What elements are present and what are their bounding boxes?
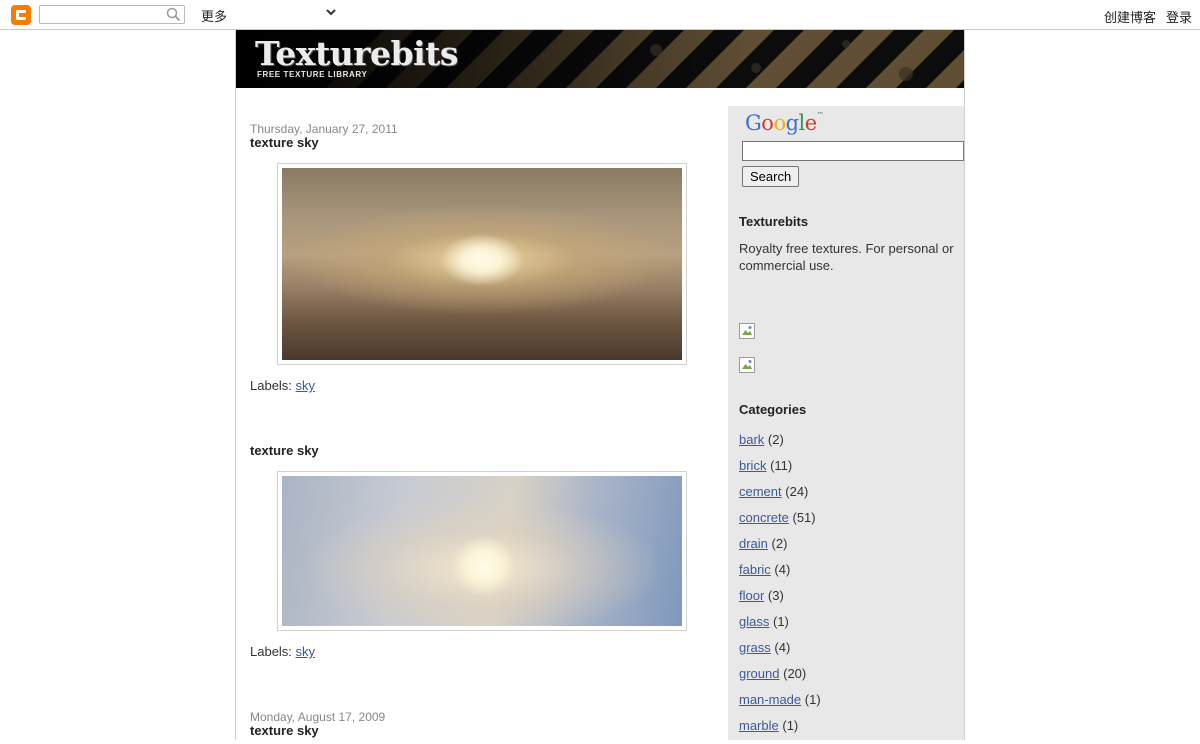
category-link-glass[interactable]: glass	[739, 614, 769, 629]
category-count: (2)	[771, 536, 788, 551]
category-item: bark (2)	[739, 432, 821, 458]
category-count: (2)	[767, 432, 784, 447]
post-labels: Labels: sky	[250, 644, 315, 659]
google-logo: Google™	[745, 111, 824, 135]
category-count: (20)	[783, 666, 807, 681]
category-item: concrete (51)	[739, 510, 821, 536]
category-item: grass (4)	[739, 640, 821, 666]
blog-header[interactable]: Texturebits FREE TEXTURE LIBRARY	[236, 30, 964, 88]
broken-image-icon[interactable]	[739, 323, 755, 339]
category-item: marble (1)	[739, 718, 821, 744]
category-count: (1)	[782, 718, 799, 733]
navbar-search-input[interactable]	[39, 5, 185, 24]
category-link-grass[interactable]: grass	[739, 640, 771, 655]
post-date: Thursday, January 27, 2011	[250, 122, 398, 136]
category-count: (11)	[770, 458, 793, 473]
category-link-bark[interactable]: bark	[739, 432, 764, 447]
category-link-drain[interactable]: drain	[739, 536, 768, 551]
create-blog-link[interactable]: 创建博客	[1104, 7, 1156, 26]
category-item: cement (24)	[739, 484, 821, 510]
category-link-fabric[interactable]: fabric	[739, 562, 771, 577]
sky-clouds-image[interactable]	[282, 476, 682, 626]
post-title[interactable]: texture sky	[250, 443, 319, 458]
category-count: (24)	[785, 484, 809, 499]
category-count: (51)	[792, 510, 816, 525]
post-image-frame[interactable]	[277, 471, 687, 631]
about-description: Royalty free textures. For personal or c…	[739, 241, 954, 273]
category-item: glass (1)	[739, 614, 821, 640]
category-count: (3)	[767, 588, 784, 603]
category-count: (1)	[804, 692, 821, 707]
category-link-brick[interactable]: brick	[739, 458, 766, 473]
search-icon[interactable]	[166, 7, 181, 22]
labels-prefix: Labels:	[250, 378, 292, 393]
google-search-input[interactable]	[742, 141, 964, 161]
category-count: (4)	[774, 562, 791, 577]
category-link-ground[interactable]: ground	[739, 666, 779, 681]
post-title[interactable]: texture sky	[250, 723, 319, 738]
category-link-cement[interactable]: cement	[739, 484, 782, 499]
category-item: fabric (4)	[739, 562, 821, 588]
post-date: Monday, August 17, 2009	[250, 710, 386, 724]
category-item: brick (11)	[739, 458, 821, 484]
category-item: floor (3)	[739, 588, 821, 614]
blogger-logo-icon[interactable]	[11, 5, 31, 25]
post-image-frame[interactable]	[277, 163, 687, 365]
broken-image-icon[interactable]	[739, 357, 755, 373]
category-link-concrete[interactable]: concrete	[739, 510, 789, 525]
category-link-man-made[interactable]: man-made	[739, 692, 801, 707]
category-count: (1)	[772, 614, 789, 629]
post-title[interactable]: texture sky	[250, 135, 319, 150]
chevron-down-icon[interactable]	[325, 8, 337, 18]
login-link[interactable]: 登录	[1166, 7, 1192, 26]
categories-list: bark (2) brick (11) cement (24) concrete (5…	[739, 432, 821, 744]
sky-sunset-image[interactable]	[282, 168, 682, 360]
blog-title[interactable]: Texturebits	[255, 34, 459, 73]
category-item: ground (20)	[739, 666, 821, 692]
category-link-marble[interactable]: marble	[739, 718, 779, 733]
categories-heading: Categories	[739, 402, 807, 417]
category-item: man-made (1)	[739, 692, 821, 718]
google-search-button[interactable]: Search	[742, 166, 800, 187]
blog-page: Texturebits FREE TEXTURE LIBRARY Thursda…	[235, 30, 965, 740]
label-link-sky[interactable]: sky	[296, 644, 316, 659]
category-count: (4)	[774, 640, 791, 655]
blog-subtitle: FREE TEXTURE LIBRARY	[257, 70, 368, 79]
labels-prefix: Labels:	[250, 644, 292, 659]
category-link-floor[interactable]: floor	[739, 588, 764, 603]
blogger-navbar: 更多 创建博客 登录	[0, 0, 1200, 30]
more-menu[interactable]: 更多	[201, 6, 227, 25]
label-link-sky[interactable]: sky	[296, 378, 316, 393]
sidebar: Google™ Search Texturebits Royalty free …	[728, 106, 964, 740]
post-labels: Labels: sky	[250, 378, 315, 393]
category-item: drain (2)	[739, 536, 821, 562]
about-heading: Texturebits	[739, 214, 809, 229]
